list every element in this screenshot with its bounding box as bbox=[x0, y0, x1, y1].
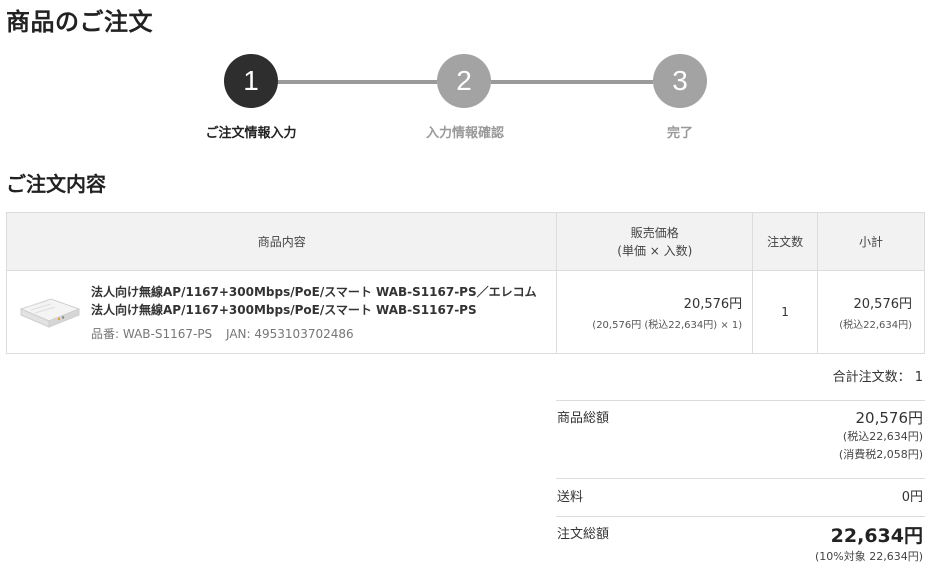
shipping-row: 送料 0円 bbox=[556, 478, 925, 516]
order-total-value: 22,634円 bbox=[830, 525, 923, 547]
step-2-circle: 2 bbox=[437, 54, 491, 108]
shipping-label: 送料 bbox=[557, 490, 584, 505]
product-codes: 品番: WAB-S1167-PS JAN: 4953103702486 bbox=[91, 325, 546, 342]
product-part-number: 品番: WAB-S1167-PS bbox=[91, 326, 213, 341]
product-jan: JAN: 4953103702486 bbox=[226, 326, 354, 341]
step-2-number: 2 bbox=[456, 65, 472, 96]
order-progress-steps: 1 2 3 ご注文情報入力 入力情報確認 完了 bbox=[0, 0, 931, 150]
order-total-label: 注文総額 bbox=[557, 527, 610, 542]
product-thumbnail[interactable] bbox=[17, 293, 81, 331]
step-1-label: ご注文情報入力 bbox=[205, 126, 297, 141]
subtotal-cell: 20,576円 (税込22,634円) bbox=[817, 270, 925, 354]
qty-cell: 1 bbox=[752, 270, 819, 354]
goods-total-value: 20,576円 bbox=[855, 409, 924, 427]
row-subtotal: 20,576円 bbox=[853, 297, 913, 312]
product-name[interactable]: 法人向け無線AP/1167+300Mbps/PoE/スマート WAB-S1167… bbox=[91, 283, 546, 319]
table-row: 法人向け無線AP/1167+300Mbps/PoE/スマート WAB-S1167… bbox=[5, 270, 925, 354]
header-subtotal: 小計 bbox=[817, 212, 925, 271]
unit-price: 20,576円 bbox=[683, 297, 743, 312]
goods-total-label: 商品総額 bbox=[557, 411, 610, 426]
order-table: 商品内容 販売価格 (単価 × 入数) 注文数 小計 法人向け無線AP/1167… bbox=[5, 212, 925, 354]
price-cell: 20,576円 (20,576円 (税込22,634円) × 1) bbox=[556, 270, 754, 354]
header-price: 販売価格 (単価 × 入数) bbox=[556, 212, 754, 271]
header-price-line1: 販売価格 bbox=[630, 225, 679, 240]
step-connector bbox=[491, 80, 653, 84]
total-count: 合計注文数： 1 bbox=[832, 370, 923, 385]
item-cell: 法人向け無線AP/1167+300Mbps/PoE/スマート WAB-S1167… bbox=[5, 270, 558, 354]
table-header-row: 商品内容 販売価格 (単価 × 入数) 注文数 小計 bbox=[5, 212, 925, 271]
step-1-number: 1 bbox=[243, 65, 259, 96]
step-connector bbox=[277, 80, 437, 84]
header-qty: 注文数 bbox=[752, 212, 819, 271]
header-price-line2: (単価 × 入数) bbox=[617, 243, 693, 258]
header-item: 商品内容 bbox=[5, 212, 558, 271]
step-3-circle: 3 bbox=[653, 54, 707, 108]
step-3-label: 完了 bbox=[666, 126, 693, 141]
unit-price-detail: (20,576円 (税込22,634円) × 1) bbox=[592, 320, 743, 331]
shipping-value: 0円 bbox=[901, 490, 923, 505]
step-2-label: 入力情報確認 bbox=[425, 126, 504, 141]
goods-total-tax-incl: (税込22,634円) bbox=[842, 430, 923, 443]
step-1-circle: 1 bbox=[224, 54, 278, 108]
row-subtotal-tax: (税込22,634円) bbox=[839, 320, 912, 331]
order-total-note: (10%対象 22,634円) bbox=[814, 550, 923, 563]
goods-total-row: 商品総額 20,576円 (税込22,634円) (消費税2,058円) bbox=[556, 400, 925, 478]
step-3-number: 3 bbox=[672, 65, 688, 96]
order-totals: 商品総額 20,576円 (税込22,634円) (消費税2,058円) 送料 … bbox=[556, 400, 925, 572]
section-title: ご注文内容 bbox=[6, 172, 106, 196]
order-total-row: 注文総額 22,634円 (10%対象 22,634円) bbox=[556, 516, 925, 572]
goods-total-tax: (消費税2,058円) bbox=[838, 448, 923, 461]
